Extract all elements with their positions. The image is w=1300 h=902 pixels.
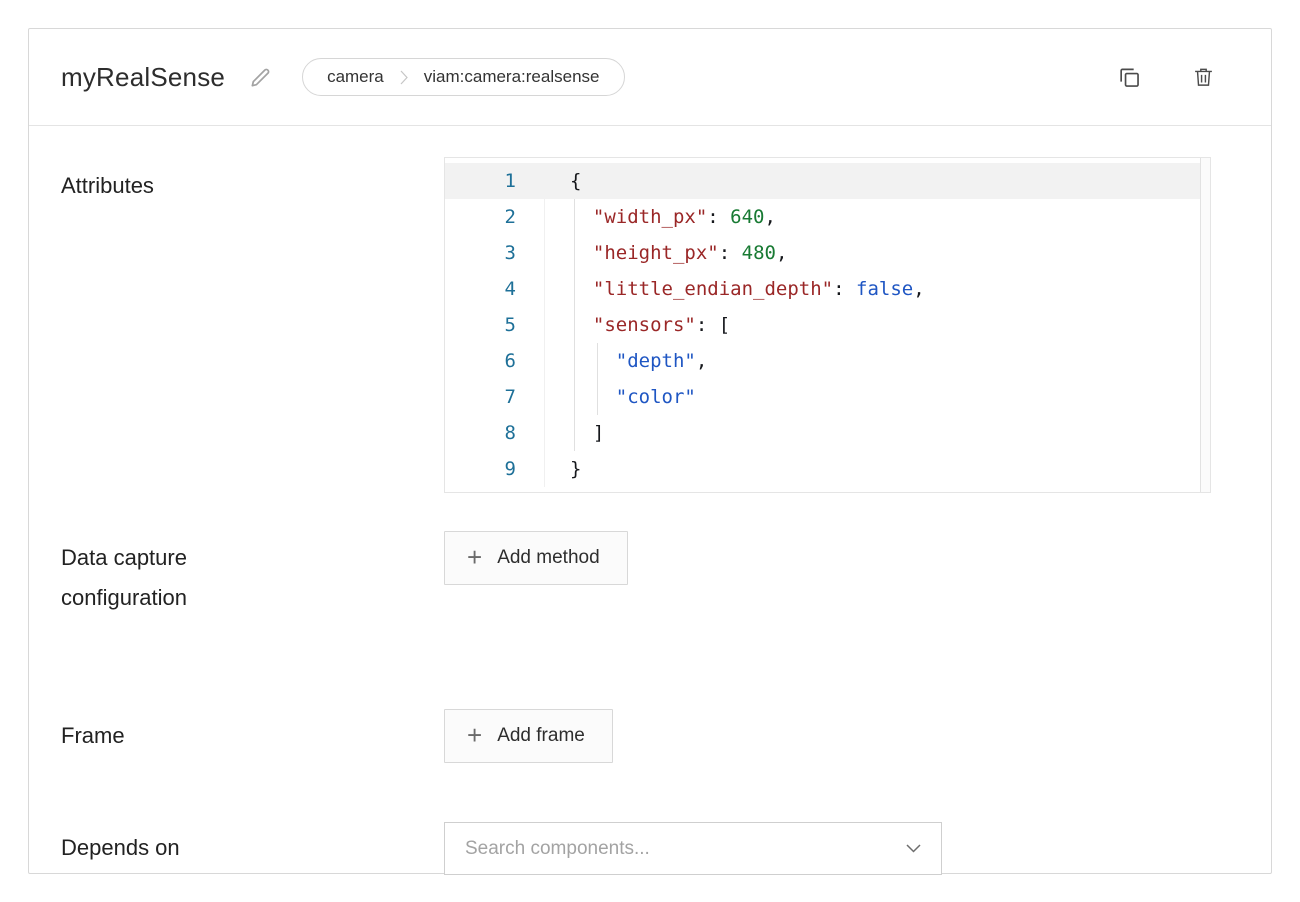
code-token (570, 386, 616, 408)
pencil-icon (249, 66, 272, 89)
code-token: "color" (616, 386, 696, 408)
plus-icon: + (467, 544, 482, 570)
code-line[interactable]: 2 "width_px": 640, (445, 199, 1210, 235)
code-token: "height_px" (593, 242, 719, 264)
code-line-text: "little_endian_depth": false, (545, 271, 1210, 307)
chevron-down-icon (906, 844, 921, 853)
code-token: : (719, 242, 742, 264)
code-line-text: "depth", (545, 343, 1210, 379)
header-actions (1117, 65, 1215, 90)
code-token: 480 (742, 242, 776, 264)
code-token: "depth" (616, 350, 696, 372)
search-components-input[interactable] (465, 838, 906, 860)
plus-icon: + (467, 722, 482, 748)
component-header: myRealSense camera viam:camera:realsense (29, 29, 1271, 126)
line-number: 1 (445, 163, 545, 199)
code-line-text: "width_px": 640, (545, 199, 1210, 235)
code-line[interactable]: 9} (445, 451, 1210, 487)
data-capture-row: Data capture configuration + Add method (61, 531, 1271, 618)
code-token: } (570, 458, 581, 480)
code-token: { (570, 170, 581, 192)
component-model: viam:camera:realsense (424, 67, 600, 87)
component-body: Attributes 1{2 "width_px": 640,3 "height… (29, 157, 1271, 875)
chevron-right-icon (400, 70, 408, 85)
line-number: 3 (445, 235, 545, 271)
code-token: , (696, 350, 707, 372)
code-token: 640 (730, 206, 764, 228)
indent-guide (574, 379, 575, 415)
indent-guide (597, 343, 598, 379)
indent-guide (574, 199, 575, 235)
delete-button[interactable] (1192, 65, 1215, 89)
data-capture-label: Data capture configuration (61, 531, 444, 618)
depends-on-select[interactable] (444, 822, 942, 875)
code-token: : (707, 206, 730, 228)
line-number: 5 (445, 307, 545, 343)
line-number: 6 (445, 343, 545, 379)
component-name: myRealSense (61, 62, 225, 93)
attributes-row: Attributes 1{2 "width_px": 640,3 "height… (61, 157, 1271, 493)
code-token: : (696, 314, 719, 336)
code-line[interactable]: 7 "color" (445, 379, 1210, 415)
indent-guide (574, 343, 575, 379)
editor-scrollbar[interactable] (1200, 158, 1210, 492)
code-token: ] (593, 422, 604, 444)
code-line[interactable]: 1{ (445, 163, 1210, 199)
code-token: , (913, 278, 924, 300)
line-number: 7 (445, 379, 545, 415)
component-type: camera (327, 67, 384, 87)
code-line-text: "height_px": 480, (545, 235, 1210, 271)
code-token: , (765, 206, 776, 228)
code-token: false (856, 278, 913, 300)
code-line[interactable]: 6 "depth", (445, 343, 1210, 379)
code-line[interactable]: 3 "height_px": 480, (445, 235, 1210, 271)
code-line[interactable]: 8 ] (445, 415, 1210, 451)
code-token: : (833, 278, 856, 300)
line-number: 4 (445, 271, 545, 307)
frame-row: Frame + Add frame (61, 709, 1271, 763)
code-token: "width_px" (593, 206, 707, 228)
component-type-pill: camera viam:camera:realsense (302, 58, 624, 96)
attributes-label: Attributes (61, 157, 444, 201)
add-frame-label: Add frame (497, 725, 585, 747)
indent-guide (597, 379, 598, 415)
code-token: "little_endian_depth" (593, 278, 833, 300)
frame-label: Frame (61, 709, 444, 756)
attributes-code-editor[interactable]: 1{2 "width_px": 640,3 "height_px": 480,4… (444, 157, 1211, 493)
code-token: , (776, 242, 787, 264)
component-card: myRealSense camera viam:camera:realsense (28, 28, 1272, 874)
indent-guide (574, 235, 575, 271)
line-number: 2 (445, 199, 545, 235)
code-lines: 1{2 "width_px": 640,3 "height_px": 480,4… (445, 163, 1210, 487)
line-number: 8 (445, 415, 545, 451)
line-number: 9 (445, 451, 545, 487)
depends-on-row: Depends on (61, 822, 1271, 875)
code-line-text: ] (545, 415, 1210, 451)
indent-guide (574, 271, 575, 307)
rename-button[interactable] (249, 66, 272, 89)
trash-icon (1192, 65, 1215, 89)
code-line[interactable]: 4 "little_endian_depth": false, (445, 271, 1210, 307)
add-method-label: Add method (497, 547, 599, 569)
code-token: "sensors" (593, 314, 696, 336)
code-token: [ (719, 314, 730, 336)
code-line-text: { (545, 163, 1210, 199)
code-line[interactable]: 5 "sensors": [ (445, 307, 1210, 343)
indent-guide (574, 307, 575, 343)
code-line-text: } (545, 451, 1210, 487)
indent-guide (574, 415, 575, 451)
add-method-button[interactable]: + Add method (444, 531, 628, 585)
code-line-text: "sensors": [ (545, 307, 1210, 343)
add-frame-button[interactable]: + Add frame (444, 709, 613, 763)
duplicate-icon (1117, 65, 1142, 90)
code-line-text: "color" (545, 379, 1210, 415)
duplicate-button[interactable] (1117, 65, 1142, 90)
depends-on-label: Depends on (61, 822, 444, 868)
code-token (570, 350, 616, 372)
